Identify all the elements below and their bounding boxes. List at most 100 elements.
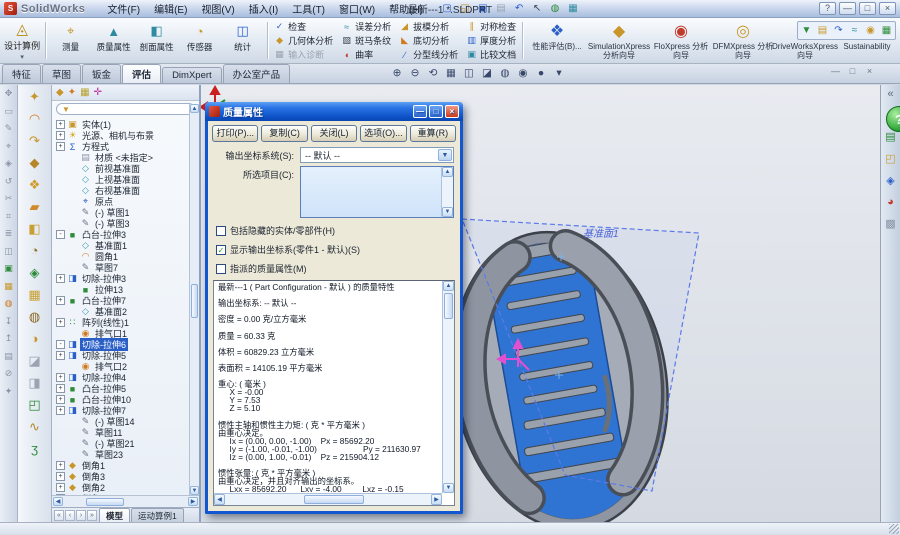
measure-button[interactable]: ⌖ 测量 bbox=[49, 19, 92, 62]
checkbox-icon[interactable] bbox=[216, 264, 226, 274]
origin-tool-icon[interactable]: ⌖ bbox=[6, 141, 11, 152]
expand-toggle[interactable]: - bbox=[56, 230, 65, 239]
view-orientation-icon[interactable]: ◫ bbox=[462, 66, 476, 80]
grid-icon[interactable]: ▦ bbox=[879, 23, 894, 38]
report-horizontal-scrollbar[interactable]: ◀ ▶ bbox=[214, 493, 442, 505]
sweep-feature-icon[interactable]: ↷ bbox=[29, 134, 40, 148]
menu-item[interactable]: 插入(I) bbox=[242, 0, 285, 17]
expand-toggle[interactable]: + bbox=[56, 131, 65, 140]
helix-feature-icon[interactable]: ʒ bbox=[31, 442, 38, 456]
prev-tab-button[interactable]: ‹ bbox=[65, 510, 75, 521]
doc-restore-button[interactable]: □ bbox=[846, 66, 859, 76]
list-tool-icon[interactable]: ≣ bbox=[5, 228, 13, 239]
expand-toggle[interactable]: + bbox=[56, 395, 65, 404]
selected-items-box[interactable]: ▲ ▼ bbox=[300, 166, 454, 218]
scroll-down-button[interactable]: ▼ bbox=[190, 486, 199, 495]
bottom-tab[interactable]: 模型 bbox=[99, 508, 130, 523]
dialog-titlebar[interactable]: 质量属性 —□× bbox=[205, 102, 463, 121]
rotate-tool-icon[interactable]: ↺ bbox=[5, 176, 13, 187]
propertymanager-tab-icon[interactable]: ✦ bbox=[68, 87, 76, 98]
tree-item[interactable]: ◇ 基准面1 bbox=[54, 240, 189, 251]
dialog-close-button[interactable]: × bbox=[445, 105, 459, 118]
dimxpertmanager-tab-icon[interactable]: ✛ bbox=[94, 87, 102, 98]
dialog-button[interactable]: 复制(C) bbox=[261, 125, 307, 142]
bottom-tab[interactable]: 运动算例1 bbox=[131, 508, 184, 523]
selected-items-scrollbar[interactable]: ▲ ▼ bbox=[441, 167, 453, 217]
scroll-up-button[interactable]: ▲ bbox=[442, 167, 453, 177]
zoom-fit-icon[interactable]: ⊕ bbox=[390, 66, 404, 80]
expand-toggle[interactable]: + bbox=[56, 384, 65, 393]
rect-icon[interactable]: ▭ bbox=[4, 106, 13, 117]
import-diagnostics-button[interactable]: ▦ 输入诊断 bbox=[271, 48, 336, 62]
tree-item[interactable]: + ◆ 倒角3 bbox=[54, 471, 189, 482]
display-style-icon[interactable]: ◪ bbox=[480, 66, 494, 80]
appearances-icon[interactable]: ◕ bbox=[887, 196, 894, 208]
close-button[interactable]: × bbox=[879, 2, 896, 15]
statistics-button[interactable]: ◫ 统计 bbox=[221, 19, 264, 62]
expand-toggle[interactable]: + bbox=[56, 274, 65, 283]
command-tab[interactable]: DimXpert bbox=[162, 67, 222, 83]
curvature-button[interactable]: ◖ 曲率 bbox=[338, 48, 394, 62]
scroll-left-button[interactable]: ◀ bbox=[53, 497, 63, 506]
dialog-maximize-button[interactable]: □ bbox=[429, 105, 443, 118]
symmetry-check-button[interactable]: ∥ 对称检查 bbox=[463, 20, 519, 34]
window-layout-icon[interactable]: ▤ bbox=[815, 23, 830, 38]
boss-feature-icon[interactable]: ✦ bbox=[29, 90, 40, 104]
sensor-button[interactable]: ◔ 传感器 bbox=[178, 19, 221, 62]
resize-grip[interactable] bbox=[889, 524, 899, 534]
diamond-tool-icon[interactable]: ◈ bbox=[5, 158, 12, 169]
mirror-feature-icon[interactable]: ◑ bbox=[31, 332, 39, 346]
menu-item[interactable]: 帮助(H) bbox=[382, 0, 430, 17]
first-tab-button[interactable]: « bbox=[54, 510, 64, 521]
expand-toggle[interactable]: + bbox=[56, 318, 65, 327]
loft-feature-icon[interactable]: ❖ bbox=[29, 178, 41, 192]
command-tab[interactable]: 草图 bbox=[42, 64, 81, 83]
expand-toggle[interactable]: + bbox=[56, 472, 65, 481]
expand-toggle[interactable]: + bbox=[56, 373, 65, 382]
scroll-right-button[interactable]: ▶ bbox=[188, 497, 198, 506]
dialog-checkbox[interactable]: ✓ 显示输出坐标系(零件1 - 默认)(S) bbox=[216, 243, 452, 256]
tree-item[interactable]: ◇ 右视基准面 bbox=[54, 185, 189, 196]
scroll-right-button[interactable]: ▶ bbox=[431, 494, 442, 505]
rib-feature-icon[interactable]: ▰ bbox=[30, 200, 40, 214]
select-pointer-icon[interactable]: ↖ bbox=[529, 2, 545, 16]
scroll-thumb[interactable] bbox=[191, 284, 198, 318]
dialog-button[interactable]: 关闭(L) bbox=[311, 125, 357, 142]
performance-evaluation-button[interactable]: ❖ 性能评估(B)... bbox=[526, 19, 588, 62]
gray2-feature-icon[interactable]: ◨ bbox=[28, 376, 40, 390]
draft-feature-icon[interactable]: ◔ bbox=[31, 244, 39, 258]
target-icon[interactable]: ◉ bbox=[863, 23, 878, 38]
section-view-icon[interactable]: ▦ bbox=[444, 66, 458, 80]
dfmxpress-wizard-button[interactable]: ◎ DFMXpress 分析向导 bbox=[712, 19, 774, 62]
zoom-area-icon[interactable]: ⊖ bbox=[408, 66, 422, 80]
up-tool-icon[interactable]: ↥ bbox=[5, 333, 13, 344]
view-settings-icon[interactable]: ▾ bbox=[552, 66, 566, 80]
search-icon[interactable]: ◈ bbox=[886, 174, 894, 187]
checkbox-icon[interactable] bbox=[216, 226, 226, 236]
scroll-thumb[interactable] bbox=[304, 495, 364, 504]
check-button[interactable]: ✓ 检查 bbox=[271, 20, 336, 34]
tree-filter-input[interactable]: ▼ bbox=[56, 103, 195, 115]
wrap-feature-icon[interactable]: ◈ bbox=[30, 266, 40, 280]
gray-feature-icon[interactable]: ◪ bbox=[28, 354, 40, 368]
floxpress-wizard-button[interactable]: ◉ FloXpress 分析向导 bbox=[650, 19, 712, 62]
collapse-chevron-icon[interactable]: « bbox=[887, 88, 893, 100]
maximize-button[interactable]: □ bbox=[859, 2, 876, 15]
design-library-icon[interactable]: ▤ bbox=[885, 130, 895, 143]
spark-tool-icon[interactable]: ✦ bbox=[5, 386, 13, 397]
shell-feature-icon[interactable]: ◧ bbox=[28, 222, 40, 236]
command-tab[interactable]: 钣金 bbox=[82, 64, 121, 83]
apply-scene-icon[interactable]: ● bbox=[534, 66, 548, 80]
tree-vertical-scrollbar[interactable]: ▲ ▼ bbox=[189, 104, 199, 495]
section-properties-button[interactable]: ◧ 剖面属性 bbox=[135, 19, 178, 62]
tree-item[interactable]: + ◆ 倒角4 bbox=[54, 493, 189, 495]
hide-show-items-icon[interactable]: ◍ bbox=[498, 66, 512, 80]
geometry-analysis-button[interactable]: ◆ 几何体分析 bbox=[271, 34, 336, 48]
dialog-minimize-button[interactable]: — bbox=[413, 105, 427, 118]
draft-analysis-button[interactable]: ◢ 拔模分析 bbox=[396, 20, 461, 34]
mass-properties-report[interactable]: 最新---1 ( Part Configuration - 默认 ) 的质量特性… bbox=[213, 280, 455, 506]
menu-item[interactable]: 工具(T) bbox=[285, 0, 332, 17]
mirror-tool-icon[interactable]: ◫ bbox=[4, 246, 13, 257]
scroll-thumb[interactable] bbox=[444, 293, 453, 319]
mass-properties-button[interactable]: ▲ 质量属性 bbox=[92, 19, 135, 62]
